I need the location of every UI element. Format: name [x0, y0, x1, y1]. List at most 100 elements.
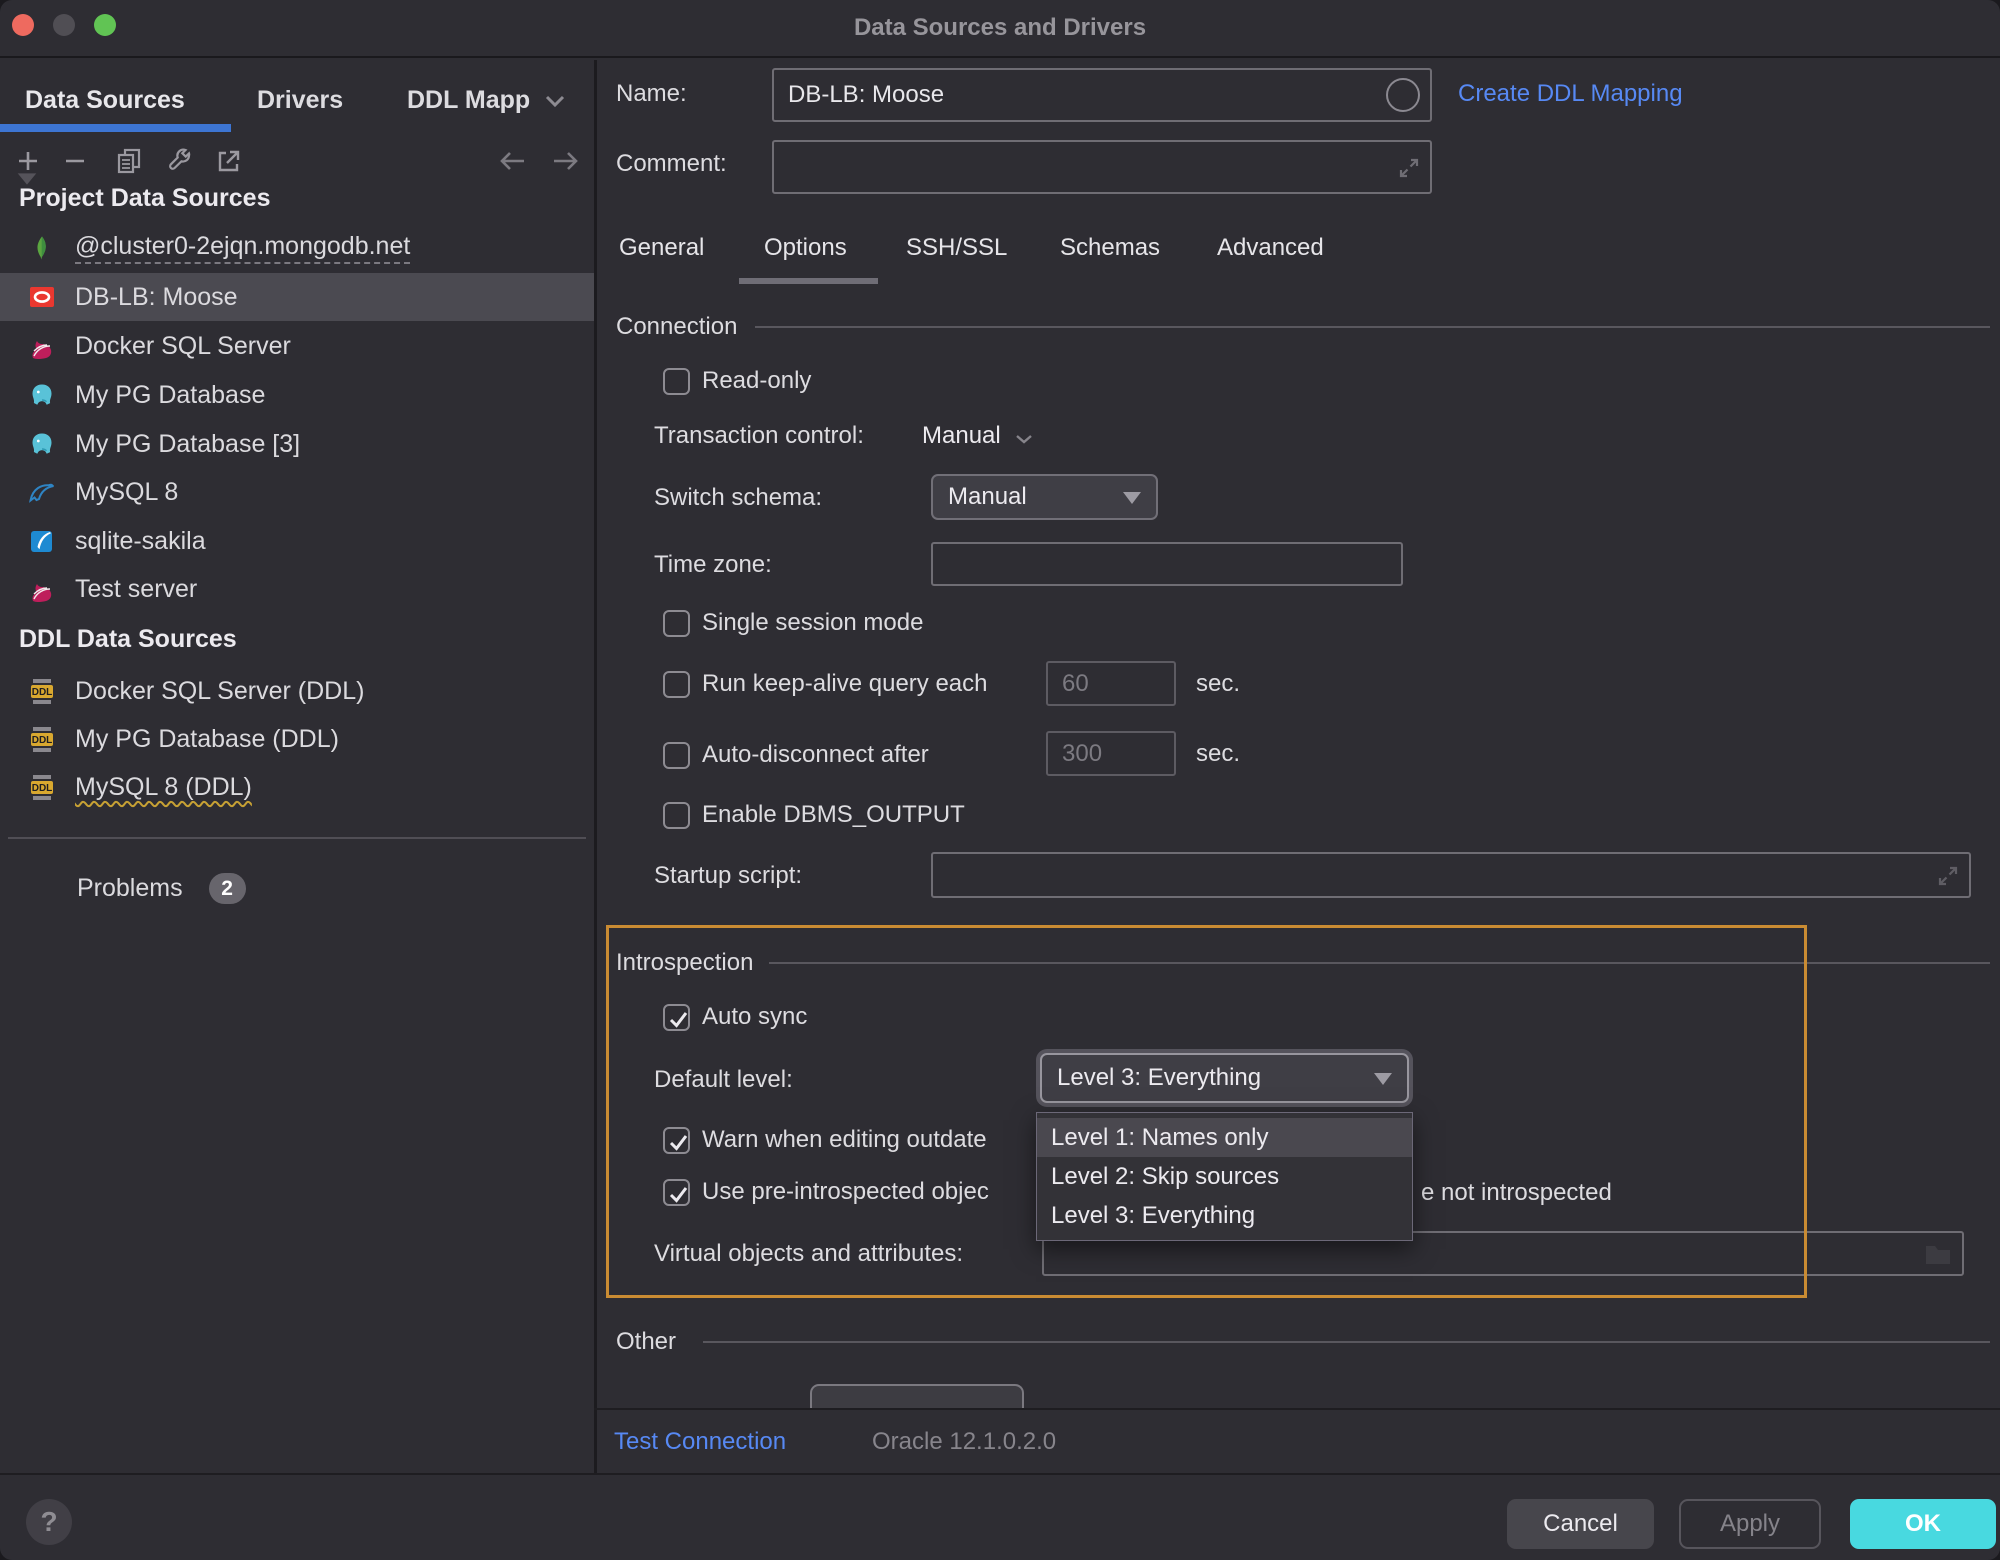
mongodb-icon	[29, 235, 55, 261]
list-item-my-pg-database[interactable]: My PG Database	[0, 371, 594, 419]
sidebar-divider	[8, 837, 586, 839]
read-only-checkbox[interactable]	[663, 368, 690, 395]
read-only-checkbox-row[interactable]: Read-only	[663, 366, 811, 396]
list-item-mysql-8[interactable]: MySQL 8	[0, 468, 594, 516]
duplicate-icon[interactable]	[116, 148, 142, 174]
list-item-docker-sql-server-ddl[interactable]: DDL Docker SQL Server (DDL)	[0, 667, 594, 715]
transaction-chevron-icon[interactable]	[1015, 434, 1033, 445]
dbms-output-checkbox-row[interactable]: Enable DBMS_OUTPUT	[663, 800, 965, 830]
keep-alive-checkbox[interactable]	[663, 671, 690, 698]
use-preintrospected-label-tail: e not introspected	[1421, 1179, 1612, 1207]
warn-outdated-checkbox-row[interactable]: Warn when editing outdate	[663, 1125, 987, 1155]
ok-button[interactable]: OK	[1850, 1499, 1996, 1549]
dropdown-arrow-icon	[1374, 1073, 1392, 1085]
wrench-icon[interactable]	[166, 148, 192, 174]
connection-status-row: Test Connection Oracle 12.1.0.2.0	[594, 1408, 2000, 1473]
startup-script-input[interactable]	[931, 852, 1971, 898]
introspection-section-line	[769, 962, 1990, 964]
comment-input[interactable]	[772, 140, 1432, 194]
dbms-output-checkbox[interactable]	[663, 802, 690, 829]
auto-disconnect-checkbox-row[interactable]: Auto-disconnect after	[663, 740, 929, 770]
active-tab-indicator	[0, 124, 231, 132]
expand-editor-icon[interactable]	[1935, 863, 1961, 889]
problems-item[interactable]: Problems 2	[77, 873, 246, 904]
other-section-header: Other	[616, 1328, 676, 1356]
tab-general[interactable]: General	[619, 234, 704, 262]
name-input[interactable]: DB-LB: Moose	[772, 68, 1432, 122]
time-zone-input[interactable]	[931, 542, 1403, 586]
ddl-badge-icon: DDL	[29, 678, 55, 704]
sqlite-icon	[29, 528, 55, 554]
switch-schema-select[interactable]: Manual	[931, 474, 1158, 520]
auto-disconnect-seconds-input[interactable]: 300	[1046, 731, 1176, 776]
active-form-tab-indicator	[739, 278, 878, 284]
tab-schemas[interactable]: Schemas	[1060, 234, 1160, 262]
time-zone-label: Time zone:	[654, 551, 772, 579]
project-data-sources-header: Project Data Sources	[19, 184, 271, 213]
sidebar: Data Sources Drivers DDL Mapp Project Da…	[0, 60, 594, 1473]
export-icon[interactable]	[216, 148, 242, 174]
list-item-my-pg-database-3[interactable]: My PG Database [3]	[0, 420, 594, 468]
expand-editor-icon[interactable]	[1396, 155, 1422, 181]
list-item-mongodb[interactable]: @cluster0-2ejqn.mongodb.net	[0, 224, 594, 272]
svg-text:DDL: DDL	[32, 687, 53, 698]
connection-section-line	[755, 326, 1990, 328]
data-sources-dialog: Data Sources and Drivers Data Sources Dr…	[0, 0, 2000, 1560]
problems-count-badge: 2	[209, 873, 246, 904]
dropdown-option-level-2[interactable]: Level 2: Skip sources	[1037, 1157, 1412, 1196]
list-item-sqlite-sakila[interactable]: sqlite-sakila	[0, 517, 594, 565]
keep-alive-seconds-input[interactable]: 60	[1046, 661, 1176, 706]
ddl-data-sources-header: DDL Data Sources	[19, 625, 237, 654]
single-session-checkbox[interactable]	[663, 610, 690, 637]
transaction-control-label: Transaction control:	[654, 422, 864, 450]
single-session-checkbox-row[interactable]: Single session mode	[663, 608, 923, 638]
tab-options[interactable]: Options	[764, 234, 847, 262]
connection-section-header: Connection	[616, 313, 737, 341]
introspection-section-header: Introspection	[616, 949, 753, 977]
ddl-badge-icon: DDL	[29, 726, 55, 752]
list-item-my-pg-database-ddl[interactable]: DDL My PG Database (DDL)	[0, 715, 594, 763]
back-arrow-icon[interactable]	[497, 150, 527, 172]
folder-icon[interactable]	[1924, 1242, 1952, 1266]
auto-sync-checkbox[interactable]	[663, 1004, 690, 1031]
tab-drivers[interactable]: Drivers	[257, 86, 343, 115]
tab-ssh-ssl[interactable]: SSH/SSL	[906, 234, 1007, 262]
dropdown-option-level-3[interactable]: Level 3: Everything	[1037, 1196, 1412, 1235]
driver-version-label: Oracle 12.1.0.2.0	[872, 1428, 1056, 1456]
sqlserver-icon	[29, 333, 55, 359]
help-button[interactable]: ?	[26, 1499, 72, 1545]
list-item-oracle-selected[interactable]: DB-LB: Moose	[0, 273, 594, 321]
remove-icon[interactable]	[62, 148, 88, 174]
cancel-button[interactable]: Cancel	[1507, 1499, 1654, 1549]
auto-disconnect-unit-label: sec.	[1196, 740, 1240, 768]
default-level-select[interactable]: Level 3: Everything	[1040, 1053, 1409, 1103]
default-level-dropdown-popup: Level 1: Names only Level 2: Skip source…	[1036, 1112, 1413, 1241]
apply-button[interactable]: Apply	[1679, 1499, 1821, 1549]
name-field-spinner-icon	[1386, 78, 1420, 112]
list-item-docker-sql-server[interactable]: Docker SQL Server	[0, 322, 594, 370]
tab-data-sources[interactable]: Data Sources	[25, 86, 185, 115]
list-item-mysql-8-ddl[interactable]: DDL MySQL 8 (DDL)	[0, 763, 594, 811]
mysql-icon	[29, 479, 55, 505]
dropdown-option-level-1[interactable]: Level 1: Names only	[1037, 1118, 1412, 1157]
dropdown-arrow-icon	[1123, 492, 1141, 504]
test-connection-link[interactable]: Test Connection	[614, 1428, 786, 1456]
create-ddl-mapping-link[interactable]: Create DDL Mapping	[1458, 80, 1683, 108]
warn-outdated-checkbox[interactable]	[663, 1127, 690, 1154]
auto-sync-checkbox-row[interactable]: Auto sync	[663, 1002, 807, 1032]
tab-ddl-mappings[interactable]: DDL Mapp	[407, 86, 566, 115]
postgresql-icon	[29, 431, 55, 457]
tab-advanced[interactable]: Advanced	[1217, 234, 1324, 262]
dialog-button-bar: ? Cancel Apply OK	[0, 1473, 2000, 1560]
keep-alive-checkbox-row[interactable]: Run keep-alive query each	[663, 669, 988, 699]
use-preintrospected-checkbox-row[interactable]: Use pre-introspected objec	[663, 1177, 989, 1207]
auto-disconnect-checkbox[interactable]	[663, 742, 690, 769]
transaction-control-value[interactable]: Manual	[922, 422, 1001, 450]
list-item-test-server[interactable]: Test server	[0, 565, 594, 613]
cut-off-button[interactable]	[810, 1384, 1024, 1408]
svg-text:DDL: DDL	[32, 735, 53, 746]
forward-arrow-icon[interactable]	[551, 150, 581, 172]
window-title: Data Sources and Drivers	[0, 14, 2000, 42]
use-preintrospected-checkbox[interactable]	[663, 1179, 690, 1206]
svg-text:DDL: DDL	[32, 783, 53, 794]
